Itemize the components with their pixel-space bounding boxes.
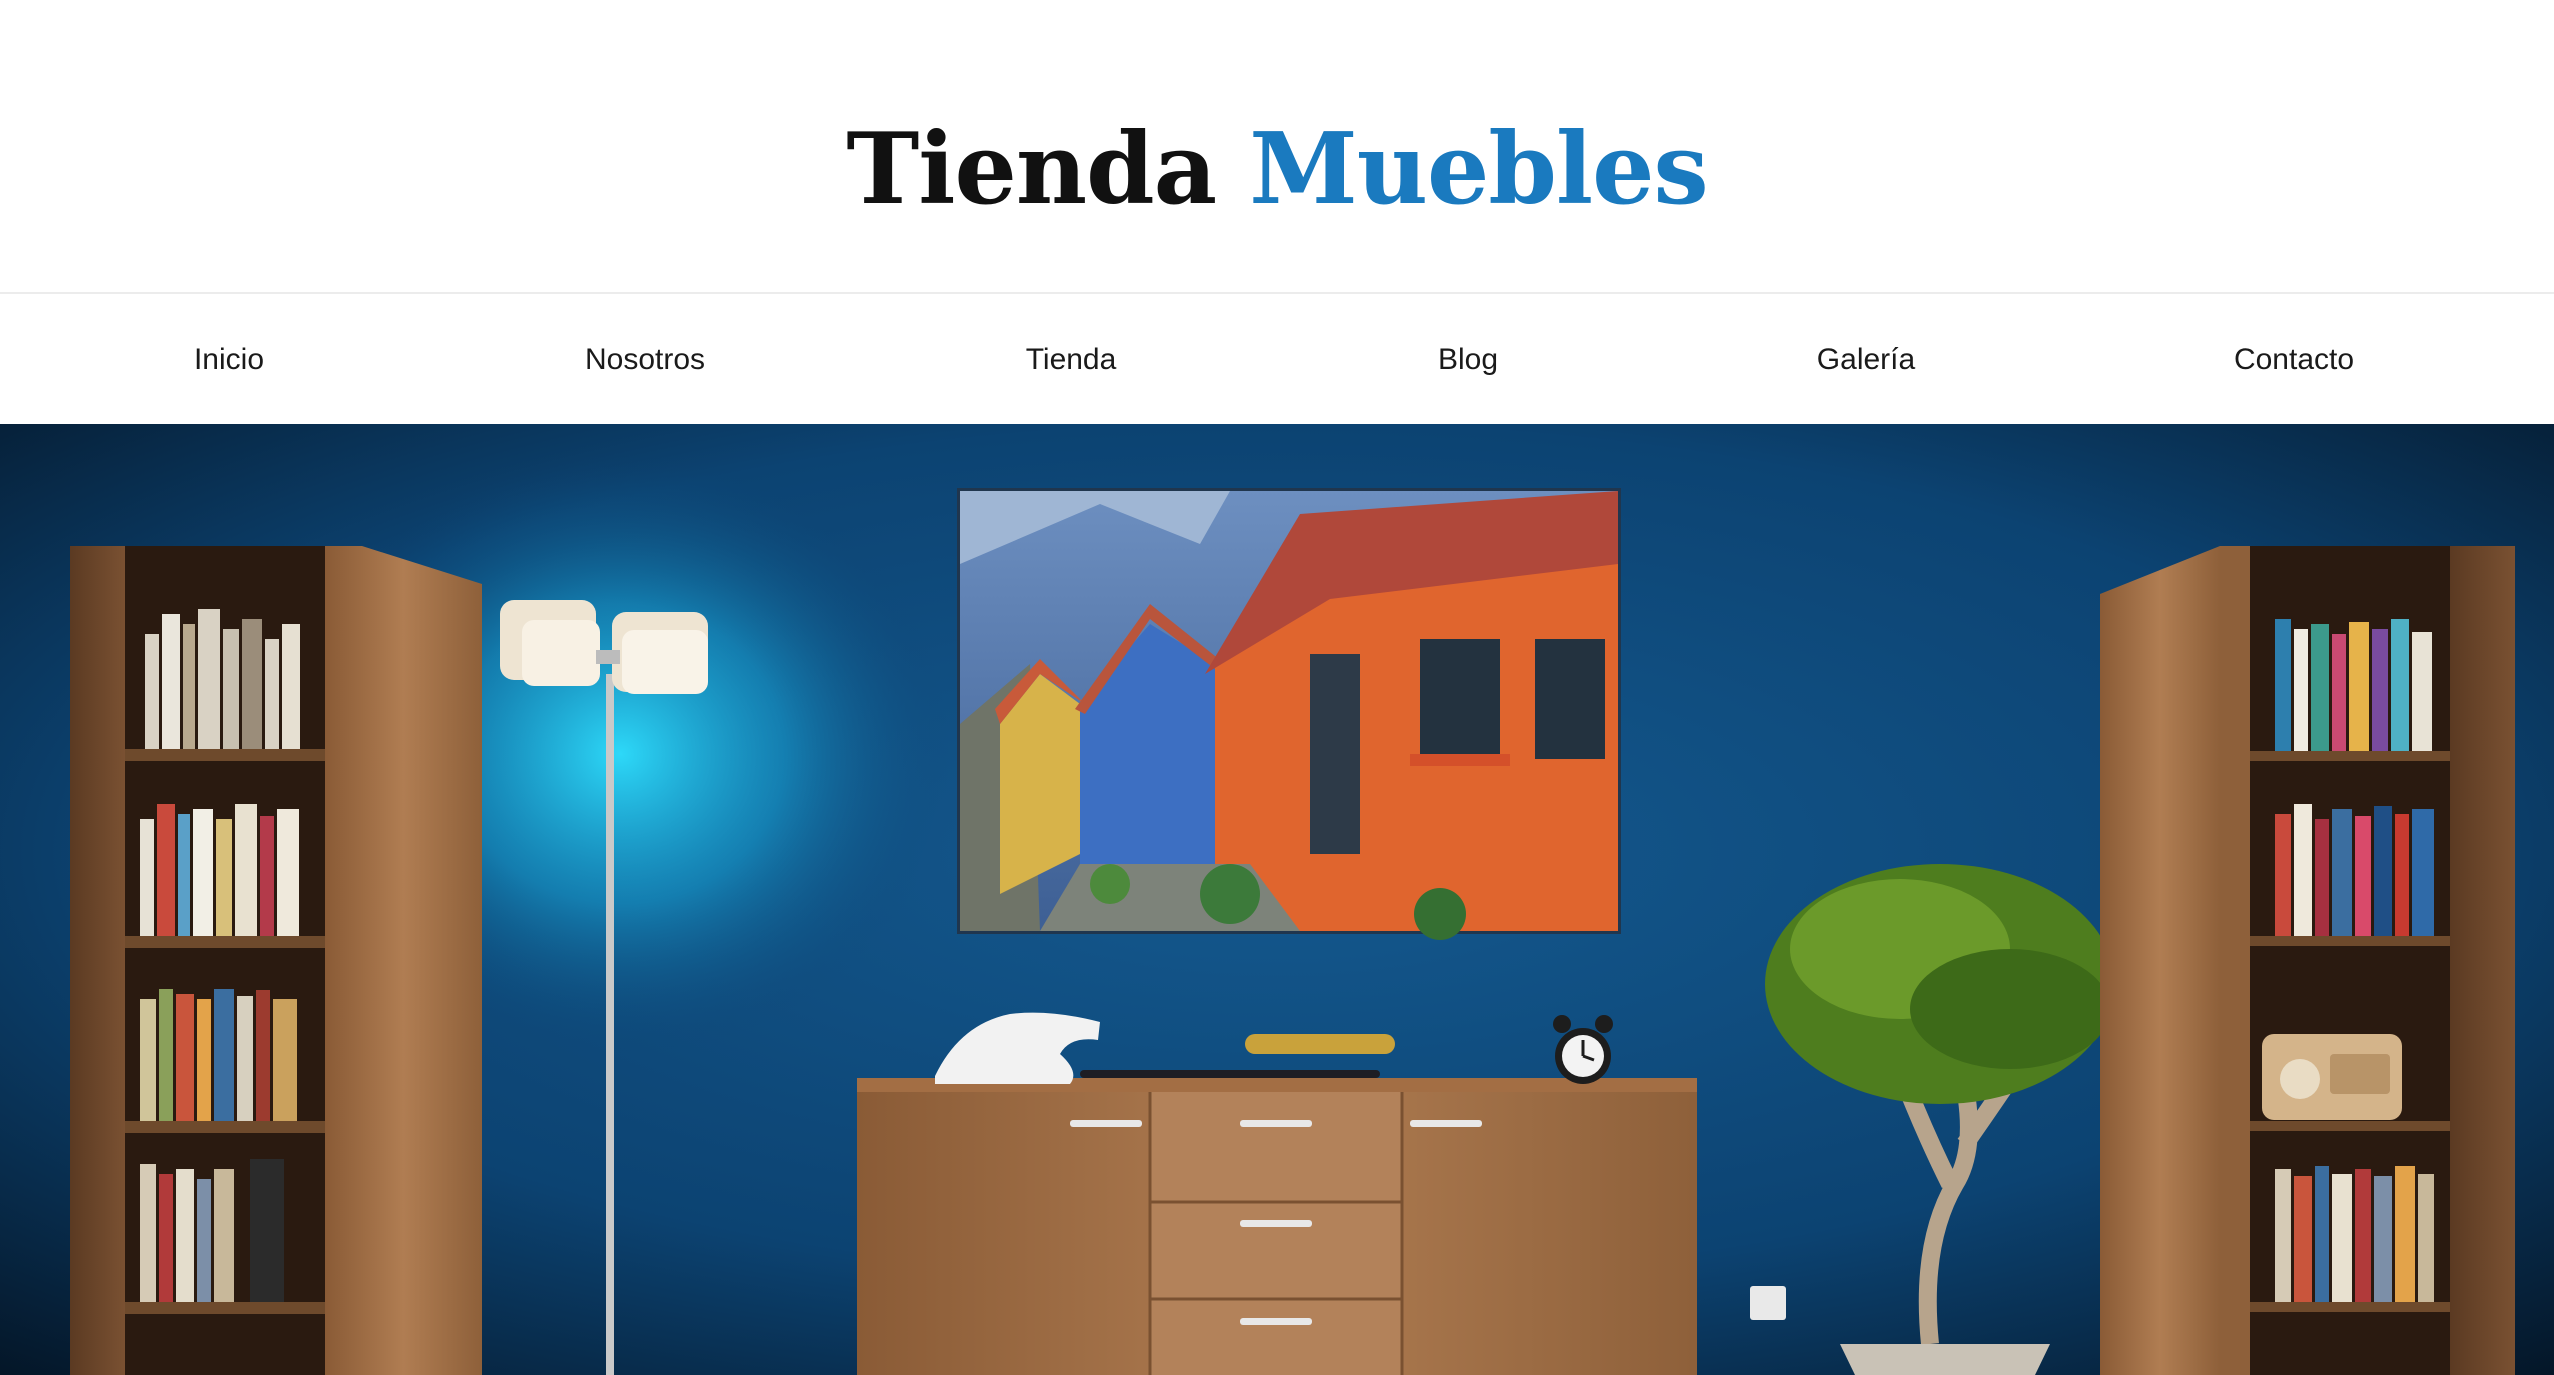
site-logo[interactable]: Tienda Muebles (0, 100, 2554, 240)
hero-illustration (0, 424, 2554, 1375)
nav-item-contacto[interactable]: Contacto (2234, 294, 2354, 425)
site-header: Tienda Muebles (0, 0, 2554, 292)
main-navigation: Inicio Nosotros Tienda Blog Galería Cont… (0, 292, 2554, 425)
wall-painting (957, 488, 1621, 940)
vintage-radio (2262, 1034, 2402, 1120)
nav-item-galeria[interactable]: Galería (1817, 294, 1915, 425)
power-outlet-icon (1750, 1286, 1786, 1320)
dresser-cabinet (857, 1078, 1697, 1375)
nav-item-inicio[interactable]: Inicio (194, 294, 264, 425)
right-bookshelf (2100, 546, 2515, 1375)
nav-item-tienda[interactable]: Tienda (1026, 294, 1117, 425)
nav-item-blog[interactable]: Blog (1438, 294, 1498, 425)
logo-word-muebles: Muebles (1249, 112, 1708, 227)
nav-item-nosotros[interactable]: Nosotros (585, 294, 705, 425)
logo-word-tienda: Tienda (846, 112, 1217, 227)
hero-banner-image (0, 424, 2554, 1375)
left-bookshelf (70, 546, 482, 1375)
